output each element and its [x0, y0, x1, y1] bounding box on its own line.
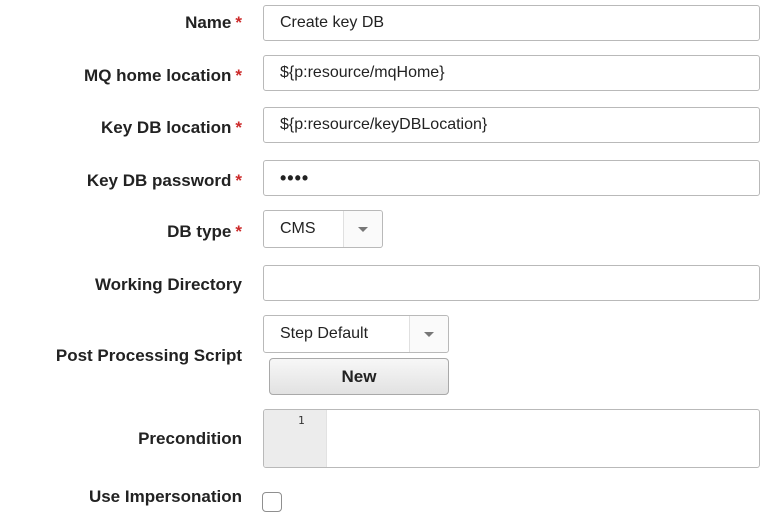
precondition-label: Precondition [138, 429, 242, 449]
required-marker: * [235, 118, 242, 137]
working-directory-input[interactable] [263, 265, 760, 301]
name-label: Name * [185, 13, 242, 33]
post-processing-script-label: Post Processing Script [56, 346, 242, 366]
working-directory-label: Working Directory [95, 275, 242, 295]
chevron-down-icon [424, 331, 434, 337]
new-script-button-label: New [341, 366, 377, 386]
key-db-password-label: Key DB password * [87, 171, 242, 191]
post-processing-script-label-text: Post Processing Script [55, 346, 242, 365]
editor-gutter: 1 [264, 410, 327, 467]
db-type-select[interactable]: CMS [263, 210, 383, 248]
key-db-location-label-text: Key DB location [101, 118, 232, 137]
key-db-password-input[interactable] [263, 160, 760, 196]
working-directory-label-text: Working Directory [94, 275, 242, 294]
db-type-selected-value: CMS [280, 220, 316, 237]
use-impersonation-label-text: Use Impersonation [88, 487, 242, 506]
mq-home-location-label: MQ home location * [84, 66, 242, 86]
use-impersonation-label: Use Impersonation [89, 487, 242, 507]
db-type-label: DB type * [167, 222, 242, 242]
use-impersonation-checkbox[interactable] [262, 492, 282, 512]
mq-home-location-label-text: MQ home location [84, 66, 232, 85]
key-db-location-input[interactable] [263, 107, 760, 143]
post-processing-script-dropdown-arrow[interactable] [409, 316, 448, 352]
db-type-dropdown-arrow[interactable] [343, 211, 382, 247]
mq-home-location-input[interactable] [263, 55, 760, 91]
post-processing-script-select[interactable]: Step Default [263, 315, 449, 353]
line-number: 1 [298, 414, 305, 427]
required-marker: * [235, 171, 242, 190]
step-properties-form: Name* MQ home location* Key DB location*… [0, 0, 762, 513]
editor-code-area[interactable] [327, 410, 759, 467]
name-label-text: Name [185, 13, 232, 32]
post-processing-script-selected-value: Step Default [280, 325, 369, 342]
required-marker: * [235, 13, 242, 32]
precondition-label-text: Precondition [138, 429, 242, 448]
name-input[interactable] [263, 5, 760, 41]
key-db-password-label-text: Key DB password [86, 171, 232, 190]
key-db-location-label: Key DB location * [101, 118, 242, 138]
chevron-down-icon [358, 226, 368, 232]
required-marker: * [235, 66, 242, 85]
required-marker: * [235, 222, 242, 241]
new-script-button[interactable]: New [269, 358, 449, 395]
db-type-label-text: DB type [167, 222, 232, 241]
precondition-code-editor[interactable]: 1 [263, 409, 760, 468]
